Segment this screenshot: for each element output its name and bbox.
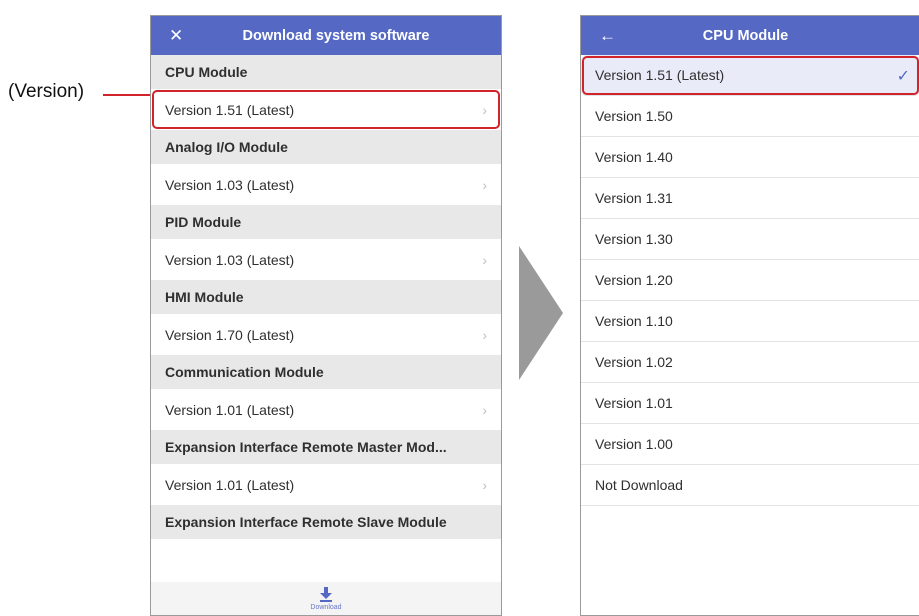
- section-header-communication-module: Communication Module: [151, 355, 501, 389]
- version-label: Version 1.01 (Latest): [165, 476, 295, 493]
- version-label: Version 1.03 (Latest): [165, 176, 295, 193]
- chevron-right-icon: ›: [482, 401, 487, 418]
- version-option-label: Version 1.02: [595, 354, 673, 370]
- version-option[interactable]: Version 1.40: [581, 137, 919, 178]
- version-row-communication-module[interactable]: Version 1.01 (Latest) ›: [151, 389, 501, 430]
- version-callout-label: (Version): [8, 81, 85, 102]
- chevron-right-icon: ›: [482, 326, 487, 343]
- version-row-hmi-module[interactable]: Version 1.70 (Latest) ›: [151, 314, 501, 355]
- version-option-label: Version 1.51 (Latest): [595, 67, 725, 83]
- version-option-label: Version 1.30: [595, 231, 673, 247]
- section-header-pid-module: PID Module: [151, 205, 501, 239]
- screen-title: Download system software: [242, 27, 430, 44]
- download-icon: [319, 586, 333, 603]
- section-header-hmi-module: HMI Module: [151, 280, 501, 314]
- callout-leader-line: [103, 94, 151, 96]
- version-row-pid-module[interactable]: Version 1.03 (Latest) ›: [151, 239, 501, 280]
- section-header-cpu-module: CPU Module: [151, 55, 501, 89]
- version-option[interactable]: Version 1.31: [581, 178, 919, 219]
- version-option[interactable]: Version 1.00: [581, 424, 919, 465]
- version-option-label: Version 1.00: [595, 436, 673, 452]
- version-option-label: Version 1.31: [595, 190, 673, 206]
- version-option-label: Version 1.50: [595, 108, 673, 124]
- version-option[interactable]: Version 1.02: [581, 342, 919, 383]
- version-label: Version 1.70 (Latest): [165, 326, 295, 343]
- close-icon[interactable]: ✕: [169, 16, 183, 55]
- screen-title: CPU Module: [702, 27, 789, 44]
- section-header-expansion-remote-master: Expansion Interface Remote Master Mod...: [151, 430, 501, 464]
- checkmark-icon: ✓: [896, 67, 910, 85]
- version-label: Version 1.03 (Latest): [165, 251, 295, 268]
- version-option-label: Not Download: [595, 477, 683, 493]
- section-header-analog-io-module: Analog I/O Module: [151, 130, 501, 164]
- chevron-right-icon: ›: [482, 176, 487, 193]
- version-label: Version 1.01 (Latest): [165, 401, 295, 418]
- transition-arrow: [519, 246, 563, 380]
- version-option-not-download[interactable]: Not Download: [581, 465, 919, 506]
- app-bar: ✕ Download system software: [151, 16, 501, 55]
- download-label: Download: [310, 603, 342, 611]
- chevron-right-icon: ›: [482, 101, 487, 118]
- version-option-label: Version 1.01: [595, 395, 673, 411]
- chevron-right-icon: ›: [482, 251, 487, 268]
- version-option[interactable]: Version 1.10: [581, 301, 919, 342]
- version-option-label: Version 1.40: [595, 149, 673, 165]
- chevron-right-icon: ›: [482, 476, 487, 493]
- version-row-analog-io-module[interactable]: Version 1.03 (Latest) ›: [151, 164, 501, 205]
- version-row-cpu-module[interactable]: Version 1.51 (Latest) ›: [151, 89, 501, 130]
- cpu-module-version-screen: ← CPU Module Version 1.51 (Latest) ✓ Ver…: [580, 15, 919, 616]
- app-bar: ← CPU Module: [581, 16, 919, 55]
- back-arrow-icon[interactable]: ←: [599, 16, 616, 55]
- version-option[interactable]: Version 1.20: [581, 260, 919, 301]
- version-option[interactable]: Version 1.30: [581, 219, 919, 260]
- version-option[interactable]: Version 1.51 (Latest) ✓: [581, 55, 919, 96]
- section-header-expansion-remote-slave: Expansion Interface Remote Slave Module: [151, 505, 501, 539]
- version-option[interactable]: Version 1.50: [581, 96, 919, 137]
- download-button[interactable]: Download: [151, 582, 501, 615]
- version-label: Version 1.51 (Latest): [165, 101, 295, 118]
- version-option[interactable]: Version 1.01: [581, 383, 919, 424]
- download-system-software-screen: ✕ Download system software CPU Module Ve…: [150, 15, 502, 616]
- version-option-label: Version 1.20: [595, 272, 673, 288]
- version-option-label: Version 1.10: [595, 313, 673, 329]
- version-row-expansion-remote-master[interactable]: Version 1.01 (Latest) ›: [151, 464, 501, 505]
